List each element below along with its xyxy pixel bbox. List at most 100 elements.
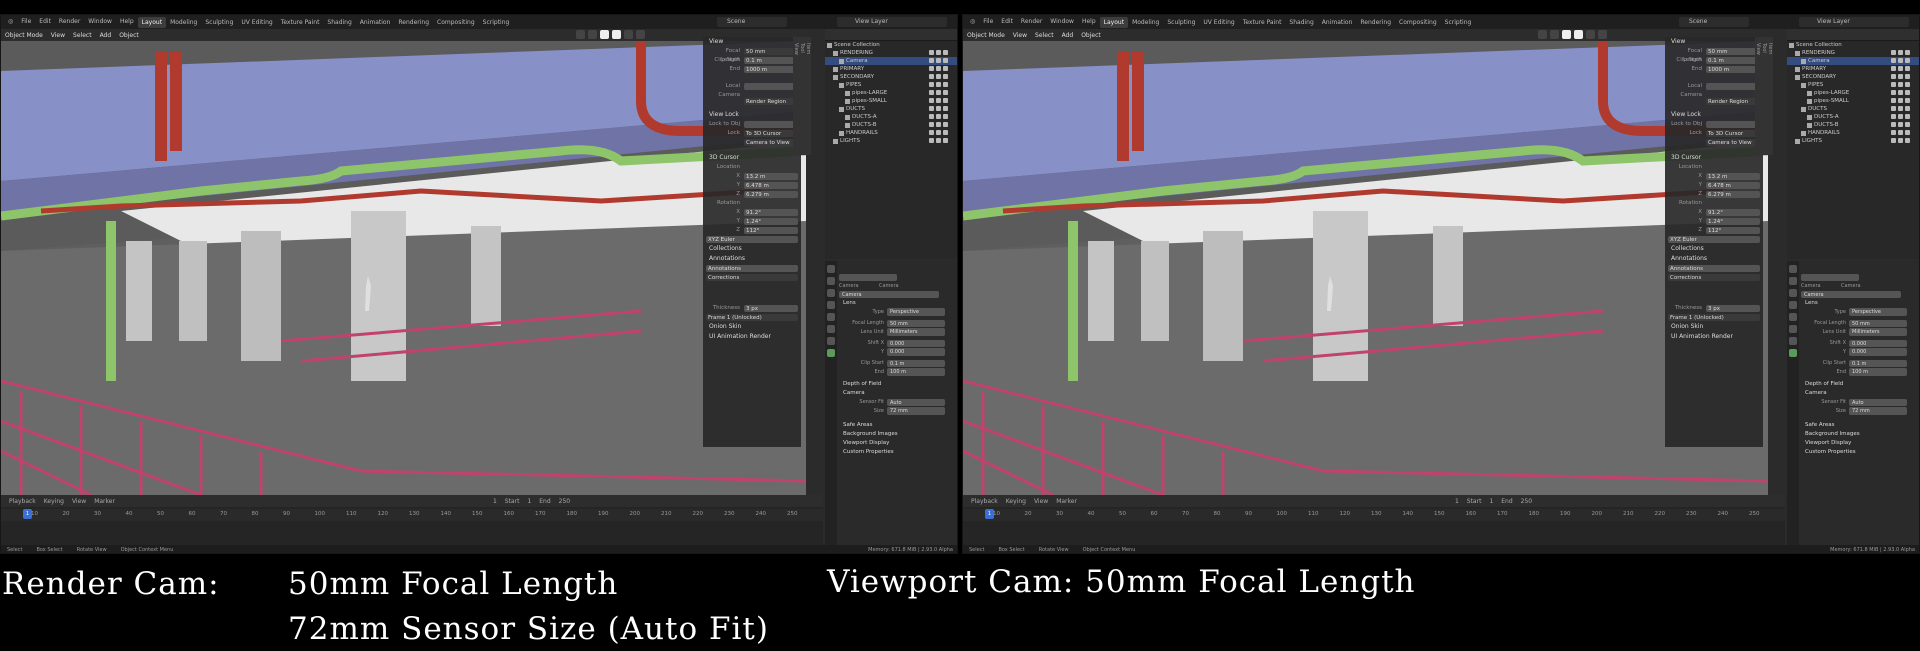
cursor-location-z[interactable]: 6.279 m [1706,191,1760,198]
workspace-tab-shading[interactable]: Shading [323,17,355,28]
menu-help[interactable]: Help [116,15,138,29]
view-menu[interactable]: View [1009,32,1031,39]
frame-ruler[interactable]: 1 10 20 30 40 50 60 70 80 90 100 110 120 130 140 150 16… [963,509,1785,521]
outliner-row-pipes-small[interactable]: pipes-SMALL [1787,97,1919,105]
lens-section-header[interactable]: Lens [1801,299,1919,308]
output-tab-icon[interactable] [827,289,835,297]
collections-section-header[interactable]: Collections [703,244,801,254]
collections-section-header[interactable]: Collections [1665,244,1763,254]
overlay-icon[interactable] [1538,30,1547,39]
thickness-field[interactable]: 3 px [744,305,798,312]
annotations-field[interactable]: Annotations [1668,265,1760,272]
search-field[interactable] [839,273,897,281]
frame-lock-field[interactable]: Frame 1 (Unlocked) [1668,314,1760,321]
workspace-tab-modeling[interactable]: Modeling [166,17,201,28]
camera-data-tab-icon[interactable] [827,349,835,357]
outliner-row-ducts[interactable]: DUCTS [825,105,957,113]
shift-y-field[interactable]: 0.000 [887,348,945,356]
clip-end-prop-field[interactable]: 100 m [887,368,945,376]
outliner-root[interactable]: Scene Collection [825,41,957,49]
solid-shading-icon[interactable] [612,30,621,39]
view-lock-section-header[interactable]: View Lock [1665,110,1763,120]
menu-render[interactable]: Render [55,15,84,29]
annotation-layer-corrections[interactable]: Corrections [1668,274,1760,281]
playback-menu[interactable]: Playback [9,498,36,505]
sidebar-tab-tool[interactable]: Tool [1761,37,1767,155]
view-layer-selector[interactable]: View Layer [837,17,947,27]
clip-end-field[interactable]: 1000 m [1706,66,1760,73]
outliner-row-ducts-a[interactable]: DUCTS-A [825,113,957,121]
overlay-icon[interactable] [576,30,585,39]
menu-file[interactable]: File [17,15,35,29]
view-layer-selector[interactable]: View Layer [1799,17,1909,27]
current-frame-field[interactable]: 1 [493,498,497,505]
lens-unit-dropdown[interactable]: Millimeters [1849,328,1907,336]
menu-help[interactable]: Help [1078,15,1100,29]
ui-animation-render-header[interactable]: UI Animation Render [1665,332,1763,342]
thickness-field[interactable]: 3 px [1706,305,1760,312]
render-region-checkbox[interactable]: Render Region [744,98,798,105]
outliner-row-ducts-b[interactable]: DUCTS-B [1787,121,1919,129]
add-menu[interactable]: Add [96,32,116,39]
background-images-header[interactable]: Background Images [839,430,957,439]
sensor-size-field[interactable]: 72 mm [887,407,945,415]
sidebar-tab-view[interactable]: View [793,37,799,155]
marker-menu[interactable]: Marker [1056,498,1077,505]
workspace-tab-uv-editing[interactable]: UV Editing [1199,17,1238,28]
outliner-row-handrails[interactable]: HANDRAILS [1787,129,1919,137]
add-menu[interactable]: Add [1058,32,1078,39]
outliner-row-ducts-b[interactable]: DUCTS-B [825,121,957,129]
workspace-tab-animation[interactable]: Animation [356,17,395,28]
material-shading-icon[interactable] [624,30,633,39]
focal-length-prop-field[interactable]: 50 mm [1849,319,1907,327]
end-frame-field[interactable]: 250 [1521,498,1532,505]
annotations-section-header[interactable]: Annotations [1665,254,1763,264]
outliner-row-secondary[interactable]: SECONDARY [825,73,957,81]
workspace-tab-shading[interactable]: Shading [1285,17,1317,28]
workspace-tab-animation[interactable]: Animation [1318,17,1357,28]
outliner-row-pipes[interactable]: PIPES [1787,81,1919,89]
viewport-display-header[interactable]: Viewport Display [1801,439,1919,448]
outliner-row-primary[interactable]: PRIMARY [825,65,957,73]
cursor-location-z[interactable]: 6.279 m [744,191,798,198]
start-frame-field[interactable]: 1 [1489,498,1493,505]
lock-to-object-field[interactable] [744,121,798,128]
wireframe-shading-icon[interactable] [1562,30,1571,39]
camera-section-header[interactable]: Camera [1801,389,1919,398]
wireframe-shading-icon[interactable] [600,30,609,39]
outliner-row-primary[interactable]: PRIMARY [1787,65,1919,73]
safe-areas-header[interactable]: Safe Areas [1801,421,1919,430]
scene-tab-icon[interactable] [827,301,835,309]
object-tab-icon[interactable] [827,325,835,333]
object-mode-dropdown[interactable]: Object Mode [1,32,47,39]
tool-tab-icon[interactable] [827,265,835,273]
shift-x-field[interactable]: 0.000 [1849,339,1907,347]
annotations-section-header[interactable]: Annotations [703,254,801,264]
scene-selector[interactable]: Scene [1679,17,1749,27]
onion-skin-section-header[interactable]: Onion Skin [1665,322,1763,332]
menu-edit[interactable]: Edit [35,15,55,29]
camera-to-view-checkbox[interactable]: Camera to View [1706,139,1760,146]
sidebar-tab-tool[interactable]: Tool [799,37,805,155]
menu-window[interactable]: Window [84,15,116,29]
world-tab-icon[interactable] [1789,313,1797,321]
depth-of-field-header[interactable]: Depth of Field [839,380,957,389]
focal-length-field[interactable]: 50 mm [1706,48,1760,55]
workspace-tab-sculpting[interactable]: Sculpting [1163,17,1199,28]
cursor-rotation-z[interactable]: 112° [744,227,798,234]
cursor-rotation-z[interactable]: 112° [1706,227,1760,234]
solid-shading-icon[interactable] [1574,30,1583,39]
outliner-row-pipes[interactable]: PIPES [825,81,957,89]
keying-menu[interactable]: Keying [1006,498,1026,505]
constraints-tab-icon[interactable] [1789,337,1797,345]
timeline-view-menu[interactable]: View [1034,498,1048,505]
workspace-tab-compositing[interactable]: Compositing [433,17,479,28]
depth-of-field-header[interactable]: Depth of Field [1801,380,1919,389]
workspace-tab-scripting[interactable]: Scripting [1441,17,1476,28]
cursor-location-y[interactable]: 6.478 m [744,182,798,189]
outliner-row-rendering[interactable]: RENDERING [825,49,957,57]
object-mode-dropdown[interactable]: Object Mode [963,32,1009,39]
shift-x-field[interactable]: 0.000 [887,339,945,347]
world-tab-icon[interactable] [827,313,835,321]
render-tab-icon[interactable] [827,277,835,285]
